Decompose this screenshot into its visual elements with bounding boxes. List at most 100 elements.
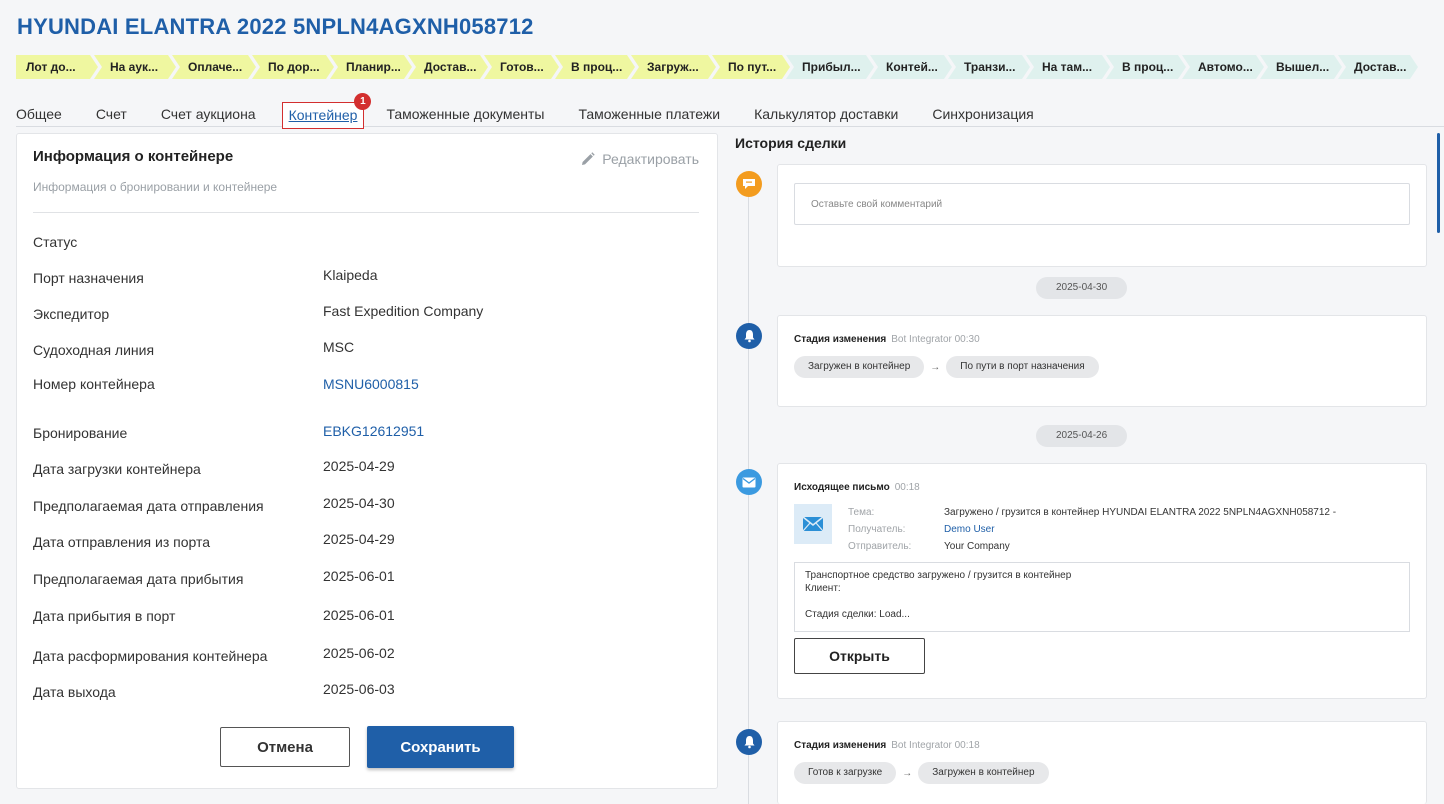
field-label: Бронирование [33,425,128,441]
stage-item[interactable]: Прибыл... [786,55,874,79]
stage-item[interactable]: Достав... [408,55,488,79]
field-value: MSC [323,339,355,355]
stage-item[interactable]: Достав... [1338,55,1418,79]
email-sender: Your Company [944,541,1010,552]
field-label: Номер контейнера [33,376,155,392]
email-details: Тема: Загружено / грузится в контейнер HY… [848,504,1336,555]
comment-icon [736,171,762,197]
scrollbar[interactable] [1437,133,1440,233]
event-meta: Bot Integrator 00:30 [891,334,980,345]
event-header: Стадия изменения Bot Integrator 00:18 [794,740,980,751]
field-label: Дата прибытия в порт [33,608,176,624]
field-label: Дата выхода [33,684,116,700]
history-title: История сделки [735,135,847,151]
comment-input[interactable]: Оставьте свой комментарий [794,183,1410,225]
stage-item[interactable]: В проц... [1106,55,1186,79]
booking-link[interactable]: EBKG12612951 [323,423,424,439]
container-number-link[interactable]: MSNU6000815 [323,376,419,392]
tab-sync[interactable]: Синхронизация [932,105,1033,126]
date-separator: 2025-04-30 [1036,277,1128,299]
stage-item[interactable]: В проц... [555,55,635,79]
arrow-right-icon: → [930,361,941,373]
open-email-button[interactable]: Открыть [794,638,925,674]
subject-label: Тема: [848,507,875,518]
stage-item[interactable]: На там... [1026,55,1110,79]
email-subject: Загружено / грузится в контейнер HYUNDAI… [944,507,1337,518]
stage-item[interactable]: Контей... [870,55,952,79]
field-label: Дата отправления из порта [33,534,211,550]
comment-card: Оставьте свой комментарий [777,164,1427,267]
field-label: Судоходная линия [33,342,155,358]
bell-icon [736,323,762,349]
recipient-link[interactable]: Demo User [944,524,995,535]
stage-item[interactable]: Лот до... [16,55,98,79]
mail-icon [794,504,832,544]
email-body-preview: Транспортное средство загружено / грузит… [794,562,1410,632]
card-subtitle: Информация о бронировании и контейнере [33,180,278,194]
stage-item[interactable]: Планир... [330,55,412,79]
event-header: Стадия изменения Bot Integrator 00:30 [794,334,980,345]
envelope-icon [736,469,762,495]
stage-to-chip: По пути в порт назначения [946,356,1099,378]
email-body-line [805,595,1399,608]
email-body-line: Стадия сделки: Load... [805,609,910,620]
save-button[interactable]: Сохранить [367,726,514,768]
recipient-label: Получатель: [848,524,906,535]
stage-transition: Готов к загрузке → Загружен в контейнер [794,762,1049,784]
stage-item[interactable]: Транзи... [948,55,1030,79]
timeline-line [748,190,749,804]
stage-item[interactable]: Готов... [484,55,559,79]
field-value: 2025-04-29 [323,458,395,474]
stage-item[interactable]: Автомо... [1182,55,1264,79]
tab-container[interactable]: Контейнер 1 [281,93,372,129]
pencil-icon [582,152,595,165]
field-value: 2025-06-01 [323,568,395,584]
annotation-badge: 1 [354,93,372,110]
field-value: Klaipeda [323,267,378,283]
container-info-card: Информация о контейнере Редактировать Ин… [16,133,718,789]
stage-change-event: Стадия изменения Bot Integrator 00:18 Гот… [777,721,1427,804]
tab-bar: Общее Счет Счет аукциона Контейнер 1 Там… [16,93,1444,129]
field-value: 2025-04-29 [323,531,395,547]
tab-customs-documents[interactable]: Таможенные документы [386,105,544,126]
stage-item[interactable]: Вышел... [1260,55,1342,79]
stage-item[interactable]: Загруж... [631,55,716,79]
stage-change-event: Стадия изменения Bot Integrator 00:30 Заг… [777,315,1427,407]
event-title: Стадия изменения [794,740,887,751]
tab-container-label: Контейнер [288,107,358,123]
sender-label: Отправитель: [848,541,912,552]
tab-auction-invoice[interactable]: Счет аукциона [161,105,256,126]
event-meta: 00:18 [894,482,920,493]
event-title: Стадия изменения [794,334,887,345]
field-label: Предполагаемая дата отправления [33,498,264,514]
tab-customs-payments[interactable]: Таможенные платежи [578,105,720,126]
email-body-line: Клиент: [805,583,841,594]
stage-transition: Загружен в контейнер → По пути в порт на… [794,356,1099,378]
field-label: Дата загрузки контейнера [33,461,201,477]
divider [33,212,699,213]
tab-invoice[interactable]: Счет [96,105,127,126]
cancel-button[interactable]: Отмена [220,727,350,767]
event-title: Исходящее письмо [794,482,890,493]
card-title: Информация о контейнере [33,148,234,165]
stage-from-chip: Загружен в контейнер [794,356,925,378]
stage-item[interactable]: По дор... [252,55,334,79]
stage-item[interactable]: По пут... [712,55,790,79]
tab-shipping-calculator[interactable]: Калькулятор доставки [754,105,898,126]
event-header: Исходящее письмо 00:18 [794,482,920,493]
field-value: Fast Expedition Company [323,303,484,319]
edit-button[interactable]: Редактировать [581,151,699,167]
stage-item[interactable]: На аук... [94,55,176,79]
tab-general[interactable]: Общее [16,105,62,126]
stage-item[interactable]: Оплаче... [172,55,256,79]
arrow-right-icon: → [902,767,913,779]
field-label: Экспедитор [33,306,110,322]
field-label: Порт назначения [33,270,144,286]
stage-bar: Лот до... На аук... Оплаче... По дор... … [16,55,1414,79]
event-meta: Bot Integrator 00:18 [891,740,980,751]
edit-label: Редактировать [602,151,699,167]
outgoing-email-event: Исходящее письмо 00:18 Тема: Загружено / г… [777,463,1427,699]
date-separator: 2025-04-26 [1036,425,1128,447]
deal-title: HYUNDAI ELANTRA 2022 5NPLN4AGXNH058712 [17,14,534,39]
field-value: 2025-06-01 [323,607,395,623]
